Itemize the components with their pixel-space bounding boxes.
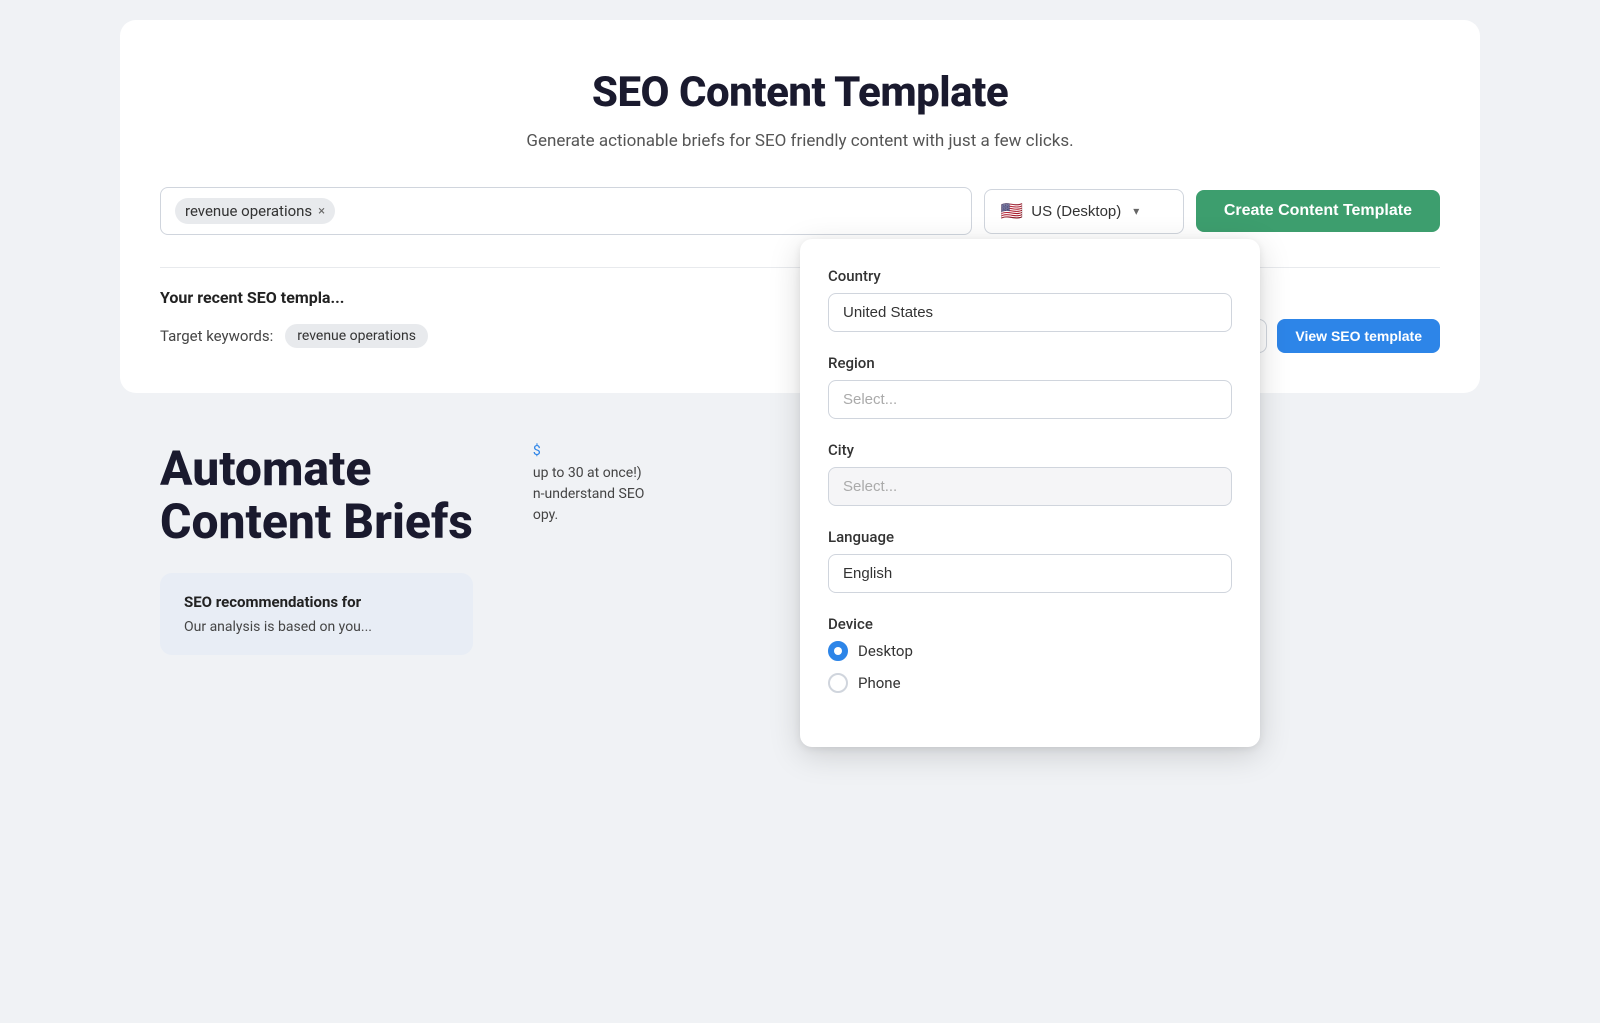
create-content-template-button[interactable]: Create Content Template bbox=[1196, 190, 1440, 232]
radio-desktop bbox=[828, 641, 848, 661]
chevron-down-icon: ▾ bbox=[1133, 204, 1139, 218]
location-dropdown-button[interactable]: 🇺🇸 US (Desktop) ▾ bbox=[984, 189, 1184, 234]
radio-phone bbox=[828, 673, 848, 693]
region-section: Region bbox=[828, 354, 1232, 419]
flag-icon: 🇺🇸 bbox=[1001, 201, 1023, 222]
promo-text-3: opy. bbox=[533, 505, 833, 526]
keyword-tag-remove[interactable]: × bbox=[318, 205, 325, 218]
city-section: City bbox=[828, 441, 1232, 506]
automate-label: Automate bbox=[160, 440, 371, 497]
seo-rec-card: SEO recommendations for Our analysis is … bbox=[160, 573, 473, 655]
device-options: Desktop Phone bbox=[828, 641, 1232, 693]
device-option-phone[interactable]: Phone bbox=[828, 673, 1232, 693]
country-input[interactable] bbox=[828, 293, 1232, 332]
promo-link[interactable]: $ bbox=[533, 443, 833, 459]
keyword-chip: revenue operations bbox=[285, 324, 428, 348]
automate-content-briefs-title: Automate Content Briefs SEO recommendati… bbox=[160, 443, 473, 655]
country-section: Country bbox=[828, 267, 1232, 332]
page-title: SEO Content Template bbox=[160, 68, 1440, 117]
keyword-tag[interactable]: revenue operations × bbox=[175, 198, 335, 224]
promo-text-1: up to 30 at once!) bbox=[533, 463, 833, 484]
region-label: Region bbox=[828, 354, 1232, 372]
city-label: City bbox=[828, 441, 1232, 459]
device-label: Device bbox=[828, 615, 1232, 633]
content-briefs-label: Content Briefs bbox=[160, 496, 473, 549]
language-section: Language bbox=[828, 528, 1232, 593]
device-phone-label: Phone bbox=[858, 674, 901, 692]
language-input[interactable] bbox=[828, 554, 1232, 593]
device-section: Device Desktop Phone bbox=[828, 615, 1232, 693]
keyword-input[interactable] bbox=[343, 203, 957, 220]
device-desktop-label: Desktop bbox=[858, 642, 913, 660]
seo-rec-body: Our analysis is based on you... bbox=[184, 619, 449, 635]
seo-rec-title: SEO recommendations for bbox=[184, 593, 449, 611]
page-subtitle: Generate actionable briefs for SEO frien… bbox=[160, 131, 1440, 151]
location-label: US (Desktop) bbox=[1031, 203, 1121, 220]
right-promo-panel: $ up to 30 at once!) n-understand SEO op… bbox=[533, 443, 833, 526]
city-input[interactable] bbox=[828, 467, 1232, 506]
country-label: Country bbox=[828, 267, 1232, 285]
view-seo-template-button[interactable]: View SEO template bbox=[1277, 319, 1440, 353]
search-row: revenue operations × 🇺🇸 US (Desktop) ▾ C… bbox=[160, 187, 1440, 235]
language-label: Language bbox=[828, 528, 1232, 546]
target-keywords-label: Target keywords: bbox=[160, 327, 273, 345]
location-dropdown-panel: Country Region City Language bbox=[800, 239, 1260, 747]
device-option-desktop[interactable]: Desktop bbox=[828, 641, 1232, 661]
region-input[interactable] bbox=[828, 380, 1232, 419]
keyword-input-wrapper[interactable]: revenue operations × bbox=[160, 187, 972, 235]
keyword-tag-label: revenue operations bbox=[185, 202, 312, 220]
promo-text-2: n-understand SEO bbox=[533, 484, 833, 505]
